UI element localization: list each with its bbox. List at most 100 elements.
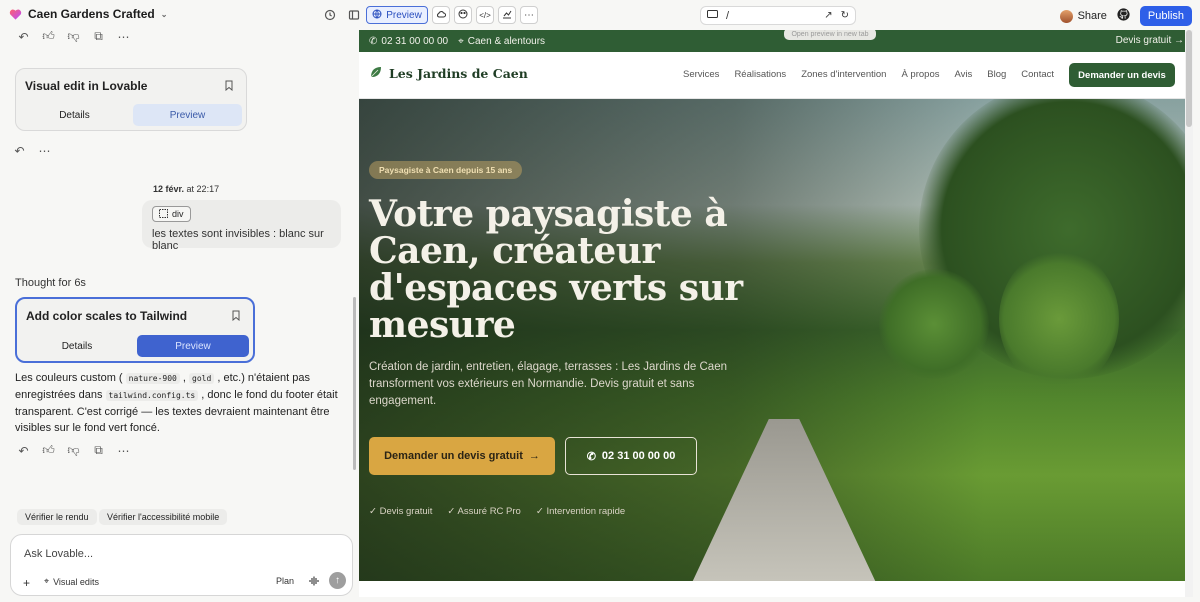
github-icon[interactable] — [1117, 8, 1130, 24]
element-chip[interactable]: div — [152, 206, 191, 222]
message-actions: ↶ 👍︎ 👎︎ ⧉ ⋯ — [17, 443, 130, 458]
more-tabs-button[interactable]: ⋯ — [520, 6, 538, 24]
top-bar: Caen Gardens Crafted ⌄ Preview </> ⋯ / ↗… — [0, 0, 1200, 30]
publish-button[interactable]: Publish — [1139, 6, 1192, 26]
cloud-tab[interactable] — [432, 6, 450, 24]
trust-point: ✓ Assuré RC Pro — [447, 506, 521, 517]
thumbs-up-icon[interactable]: 👍︎ — [42, 29, 55, 43]
menu-item-services[interactable]: Services — [683, 69, 719, 80]
preview-tab[interactable]: Preview — [137, 335, 249, 357]
menu-item-blog[interactable]: Blog — [987, 69, 1006, 80]
selection-icon — [159, 208, 168, 220]
bookmark-icon[interactable] — [231, 310, 243, 322]
card-title: Add color scales to Tailwind — [26, 309, 188, 323]
chat-input-placeholder[interactable]: Ask Lovable... — [24, 548, 93, 560]
hero-headline: Votre paysagiste à Caen, créateur d'espa… — [369, 193, 743, 346]
address-bar[interactable]: / ↗ ↻ — [700, 6, 856, 25]
thumbs-down-icon[interactable]: 👎︎ — [67, 29, 80, 43]
main-menu: Services Réalisations Zones d'interventi… — [683, 69, 1054, 80]
details-tab[interactable]: Details — [21, 335, 133, 357]
chat-input[interactable]: Ask Lovable... + ⌖ Visual edits Plan ↑ — [10, 534, 353, 596]
more-icon[interactable]: ⋯ — [117, 444, 130, 458]
undo-icon[interactable]: ↶ — [13, 144, 26, 158]
menu-item-contact[interactable]: Contact — [1021, 69, 1054, 80]
call-button[interactable]: ✆ 02 31 00 00 00 — [565, 437, 697, 475]
voice-icon[interactable] — [308, 575, 320, 587]
undo-icon[interactable]: ↶ — [17, 444, 30, 458]
scrollbar-thumb[interactable] — [1186, 30, 1192, 127]
code-snippet: nature-900 — [125, 373, 180, 384]
trust-point: ✓ Devis gratuit — [369, 506, 433, 517]
preview-tab[interactable]: Preview — [133, 104, 242, 126]
stone-path — [689, 419, 879, 581]
menu-item-zones[interactable]: Zones d'intervention — [801, 69, 886, 80]
menu-item-avis[interactable]: Avis — [954, 69, 972, 80]
call-button-label: 02 31 00 00 00 — [601, 450, 676, 462]
suggestion-chip[interactable]: Vérifier le rendu — [17, 509, 97, 525]
more-icon[interactable]: ⋯ — [38, 144, 51, 158]
copy-icon[interactable]: ⧉ — [92, 443, 105, 457]
phone-icon: ✆ — [586, 450, 596, 463]
send-button[interactable]: ↑ — [329, 572, 346, 589]
undo-icon[interactable]: ↶ — [17, 30, 30, 44]
details-tab[interactable]: Details — [20, 104, 129, 126]
element-chip-label: div — [172, 209, 184, 219]
tooltip: Open preview in new tab — [784, 30, 876, 40]
history-icon[interactable] — [322, 7, 338, 23]
device-icon[interactable] — [707, 9, 718, 22]
timestamp-time: at 22:17 — [186, 184, 220, 194]
suggestion-chip[interactable]: Vérifier l'accessibilité mobile — [99, 509, 228, 525]
bookmark-icon[interactable] — [224, 80, 236, 92]
chart-icon — [502, 9, 512, 22]
menu-item-realisations[interactable]: Réalisations — [734, 69, 786, 80]
analytics-tab[interactable] — [498, 6, 516, 24]
design-tab[interactable] — [454, 6, 472, 24]
thumbs-up-icon[interactable]: 👍︎ — [42, 443, 55, 457]
chat-scrollbar[interactable] — [353, 297, 356, 470]
chat-panel: ↶ 👍︎ 👎︎ ⧉ ⋯ Visual edit in Lovable Detai… — [0, 29, 359, 602]
hedge-decoration — [999, 249, 1119, 389]
address-path[interactable]: / — [726, 10, 816, 22]
more-icon[interactable]: ⋯ — [117, 30, 130, 44]
free-quote-button[interactable]: Demander un devis gratuit → — [369, 437, 555, 475]
preview-tab-label: Preview — [386, 9, 422, 21]
open-external-icon[interactable]: ↗ — [824, 10, 832, 21]
cursor-icon: ⌖ — [44, 576, 50, 586]
devis-link[interactable]: Devis gratuit → — [1116, 35, 1184, 46]
project-switcher[interactable]: Caen Gardens Crafted ⌄ — [9, 7, 167, 21]
user-message-text: les textes sont invisibles : blanc sur b… — [152, 228, 324, 252]
project-name: Caen Gardens Crafted — [28, 7, 155, 21]
copy-icon[interactable]: ⧉ — [92, 29, 105, 43]
assistant-reply: Les couleurs custom ( nature-900 , gold … — [15, 370, 345, 436]
service-area: ⌖ Caen & alentours — [458, 36, 545, 47]
plus-icon[interactable]: + — [23, 576, 30, 590]
code-tab[interactable]: </> — [476, 6, 494, 24]
thought-duration[interactable]: Thought for 6s — [15, 277, 86, 289]
more-icon: ⋯ — [524, 9, 534, 21]
reply-text: Les couleurs custom ( — [15, 372, 123, 384]
lovable-logo-icon — [9, 9, 22, 20]
trust-points: ✓ Devis gratuit ✓ Assuré RC Pro ✓ Interv… — [369, 506, 625, 517]
visual-edits-label: Visual edits — [53, 576, 99, 587]
phone-icon: ✆ — [369, 35, 378, 47]
brand[interactable]: Les Jardins de Caen — [369, 65, 528, 82]
site-preview: ✆ 02 31 00 00 00 ⌖ Caen & alentours Open… — [359, 30, 1193, 597]
refresh-icon[interactable]: ↻ — [841, 10, 849, 21]
request-quote-button[interactable]: Demander un devis — [1069, 63, 1175, 87]
visual-edits-button[interactable]: ⌖ Visual edits — [44, 576, 99, 587]
message-actions: ↶ 👍︎ 👎︎ ⧉ ⋯ — [17, 29, 130, 44]
plan-button[interactable]: Plan — [276, 576, 294, 586]
sidebar-toggle-icon[interactable] — [346, 7, 362, 23]
menu-item-a-propos[interactable]: À propos — [901, 69, 939, 80]
message-actions: ↶ ⋯ — [13, 144, 51, 158]
code-icon: </> — [479, 10, 491, 20]
phone-link[interactable]: ✆ 02 31 00 00 00 — [369, 36, 448, 47]
thumbs-down-icon[interactable]: 👎︎ — [67, 443, 80, 457]
preview-tab[interactable]: Preview — [366, 6, 428, 24]
share-button[interactable]: Share — [1059, 9, 1107, 23]
chevron-down-icon: ⌄ — [160, 9, 168, 19]
tailwind-edit-card: Add color scales to Tailwind Details Pre… — [15, 297, 255, 363]
hero-section: Paysagiste à Caen depuis 15 ans Votre pa… — [359, 99, 1193, 581]
preview-scrollbar[interactable] — [1185, 30, 1193, 597]
phone-number: 02 31 00 00 00 — [381, 35, 449, 47]
